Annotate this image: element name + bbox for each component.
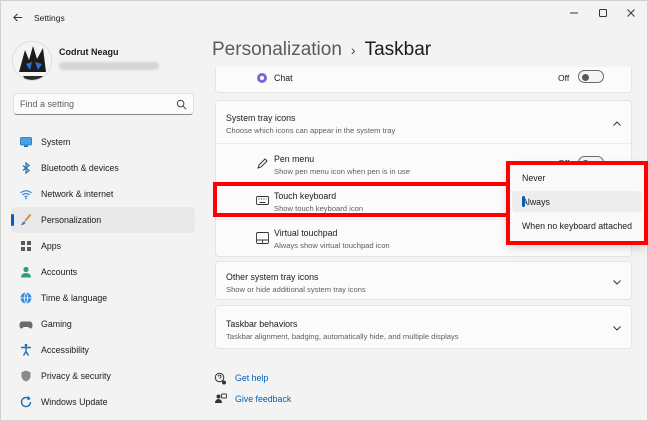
chevron-down-icon[interactable] xyxy=(612,323,622,333)
globe-clock-icon xyxy=(19,291,33,305)
sidebar-item-system[interactable]: System xyxy=(11,129,195,155)
sidebar-item-label: System xyxy=(41,137,71,147)
avatar-image xyxy=(13,42,51,80)
touch-keyboard-title: Touch keyboard xyxy=(274,191,337,201)
sidebar-item-apps[interactable]: Apps xyxy=(11,233,195,259)
maximize-button[interactable] xyxy=(593,6,613,20)
touchpad-icon xyxy=(256,232,269,244)
sidebar-item-bluetooth[interactable]: Bluetooth & devices xyxy=(11,155,195,181)
dropdown-option-when-no-keyboard[interactable]: When no keyboard attached xyxy=(512,215,642,236)
person-icon xyxy=(19,265,33,279)
sidebar-item-time-language[interactable]: Time & language xyxy=(11,285,195,311)
selection-indicator xyxy=(522,196,525,207)
sidebar-item-label: Time & language xyxy=(41,293,108,303)
sidebar-item-label: Accounts xyxy=(41,267,78,277)
settings-window: Settings Codrut Neagu System xyxy=(0,0,648,421)
divider xyxy=(216,143,633,144)
sidebar-item-label: Windows Update xyxy=(41,397,108,407)
taskbar-behaviors-description: Taskbar alignment, badging, automaticall… xyxy=(226,332,459,341)
sidebar-item-label: Personalization xyxy=(41,215,102,225)
search-input[interactable] xyxy=(20,97,170,111)
get-help-link[interactable]: Get help xyxy=(213,371,268,385)
chevron-up-icon[interactable] xyxy=(612,119,622,129)
user-name: Codrut Neagu xyxy=(59,47,119,57)
dropdown-option-label: When no keyboard attached xyxy=(522,220,633,231)
breadcrumb-separator: › xyxy=(350,42,356,58)
sidebar-item-label: Bluetooth & devices xyxy=(41,163,119,173)
user-email-redacted xyxy=(59,62,159,70)
sidebar-item-windows-update[interactable]: Windows Update xyxy=(11,389,195,415)
maximize-icon xyxy=(599,9,607,17)
sidebar-item-gaming[interactable]: Gaming xyxy=(11,311,195,337)
touch-keyboard-dropdown-menu: Never Always When no keyboard attached xyxy=(508,163,647,243)
other-tray-title: Other system tray icons xyxy=(226,272,319,282)
pen-menu-title: Pen menu xyxy=(274,154,315,164)
sidebar-item-privacy[interactable]: Privacy & security xyxy=(11,363,195,389)
shield-icon xyxy=(19,369,33,383)
other-tray-card[interactable]: Other system tray icons Show or hide add… xyxy=(215,261,632,300)
sidebar-item-label: Gaming xyxy=(41,319,72,329)
chat-row: Chat Off xyxy=(215,67,632,93)
give-feedback-link[interactable]: Give feedback xyxy=(213,392,291,406)
system-icon xyxy=(19,135,33,149)
dropdown-option-label: Never xyxy=(522,172,546,183)
update-icon xyxy=(19,395,33,409)
close-button[interactable] xyxy=(621,6,641,20)
gamepad-icon xyxy=(19,317,33,331)
back-arrow-icon xyxy=(12,12,22,22)
sidebar-item-label: Accessibility xyxy=(41,345,89,355)
sidebar-item-label: Privacy & security xyxy=(41,371,111,381)
system-tray-description: Choose which icons can appear in the sys… xyxy=(226,126,396,135)
minimize-button[interactable] xyxy=(564,6,584,20)
get-help-label: Get help xyxy=(235,373,269,383)
sidebar-item-label: Network & internet xyxy=(41,189,114,199)
selection-indicator xyxy=(11,214,14,226)
feedback-icon xyxy=(213,392,227,406)
help-icon xyxy=(213,371,227,385)
dropdown-option-always[interactable]: Always xyxy=(512,191,642,212)
taskbar-behaviors-card[interactable]: Taskbar behaviors Taskbar alignment, bad… xyxy=(215,305,632,349)
toggle-knob xyxy=(582,73,589,81)
back-button[interactable] xyxy=(9,9,25,25)
brush-icon xyxy=(19,213,33,227)
chat-toggle[interactable] xyxy=(578,70,604,83)
chevron-down-icon[interactable] xyxy=(612,277,622,287)
minimize-icon xyxy=(570,12,578,14)
accessibility-icon xyxy=(19,343,33,357)
other-tray-description: Show or hide additional system tray icon… xyxy=(226,285,366,294)
sidebar-item-network[interactable]: Network & internet xyxy=(11,181,195,207)
breadcrumb: Personalization › Taskbar xyxy=(212,39,431,61)
title-bar: Settings xyxy=(1,1,648,33)
sidebar-item-accounts[interactable]: Accounts xyxy=(11,259,195,285)
chat-toggle-label: Off xyxy=(558,73,570,83)
chat-icon xyxy=(257,73,267,83)
close-icon xyxy=(627,9,635,17)
search-icon[interactable] xyxy=(176,99,187,110)
sidebar-nav: System Bluetooth & devices Network & int… xyxy=(11,129,195,415)
pen-menu-description: Show pen menu icon when pen is in use xyxy=(274,167,410,176)
taskbar-behaviors-title: Taskbar behaviors xyxy=(226,319,298,329)
give-feedback-label: Give feedback xyxy=(235,394,292,404)
sidebar-item-label: Apps xyxy=(41,241,62,251)
dropdown-option-never[interactable]: Never xyxy=(512,167,642,188)
sidebar-item-accessibility[interactable]: Accessibility xyxy=(11,337,195,363)
app-title: Settings xyxy=(34,13,65,23)
keyboard-icon xyxy=(256,196,269,205)
touch-keyboard-description: Show touch keyboard icon xyxy=(274,204,364,213)
virtual-touchpad-title: Virtual touchpad xyxy=(274,228,338,238)
breadcrumb-parent[interactable]: Personalization xyxy=(212,39,342,61)
system-tray-title: System tray icons xyxy=(226,113,296,123)
apps-icon xyxy=(19,239,33,253)
bluetooth-icon xyxy=(19,161,33,175)
sidebar-item-personalization[interactable]: Personalization xyxy=(11,207,195,233)
page-title: Taskbar xyxy=(364,39,432,60)
dropdown-option-label: Always xyxy=(522,196,550,207)
search-box[interactable] xyxy=(13,93,194,115)
chat-title: Chat xyxy=(274,73,293,83)
wifi-icon xyxy=(19,187,33,201)
pen-icon xyxy=(257,158,268,169)
avatar[interactable] xyxy=(12,41,52,81)
virtual-touchpad-description: Always show virtual touchpad icon xyxy=(274,241,390,250)
